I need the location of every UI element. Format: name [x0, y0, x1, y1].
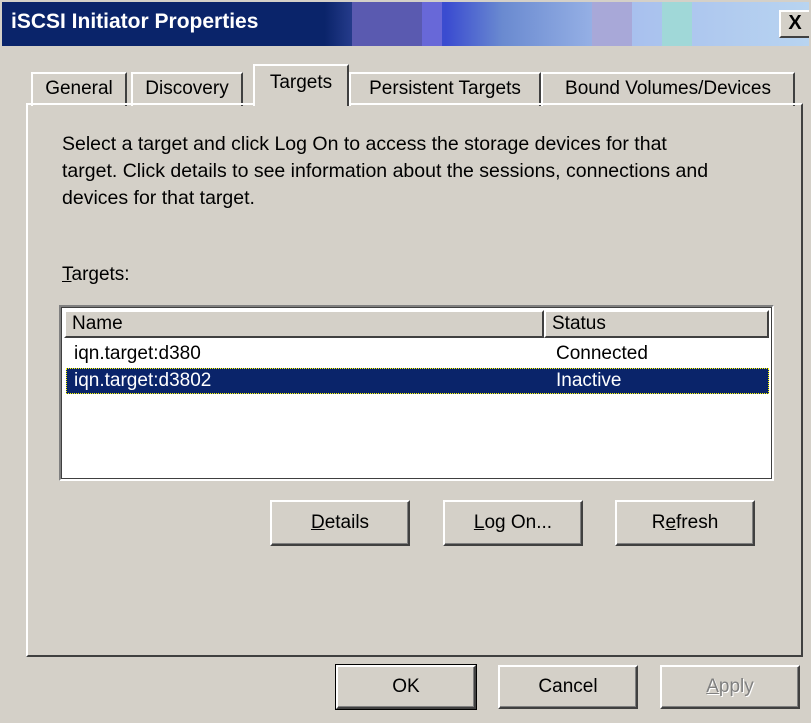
tab-targets-label: Targets: [269, 72, 333, 93]
ok-button[interactable]: OK: [335, 664, 477, 710]
targets-list[interactable]: Name Status iqn.target:d380 Connected iq…: [59, 305, 774, 481]
description-line: target. Click details to see information…: [62, 160, 709, 182]
description-line: Select a target and click Log On to acce…: [62, 133, 667, 155]
tab-targets[interactable]: Targets: [253, 64, 349, 106]
refresh-button[interactable]: Refresh: [615, 500, 755, 546]
tab-discovery[interactable]: Discovery: [131, 72, 243, 106]
apply-button[interactable]: Apply: [660, 665, 800, 709]
tab-bound-volumes[interactable]: Bound Volumes/Devices: [541, 72, 795, 106]
targets-label: Targets:: [62, 264, 130, 285]
target-name: iqn.target:d3802: [74, 370, 212, 391]
target-status: Connected: [556, 343, 648, 364]
tab-bound-volumes-label: Bound Volumes/Devices: [565, 78, 771, 99]
tab-persistent-targets-label: Persistent Targets: [369, 78, 521, 99]
table-row[interactable]: iqn.target:d380 Connected: [66, 341, 769, 367]
cancel-button[interactable]: Cancel: [498, 665, 638, 709]
tab-general[interactable]: General: [31, 72, 127, 106]
list-header: Name Status: [64, 310, 769, 338]
log-on-button[interactable]: Log On...: [443, 500, 583, 546]
dialog-window: iSCSI Initiator Properties X General Dis…: [0, 0, 811, 723]
details-button[interactable]: Details: [270, 500, 410, 546]
window-title: iSCSI Initiator Properties: [11, 10, 259, 33]
title-bar[interactable]: iSCSI Initiator Properties X: [2, 2, 809, 46]
target-name: iqn.target:d380: [74, 343, 201, 364]
tab-discovery-label: Discovery: [145, 78, 229, 99]
column-header-name[interactable]: Name: [64, 310, 544, 338]
tab-general-label: General: [45, 78, 113, 99]
tab-persistent-targets[interactable]: Persistent Targets: [349, 72, 541, 106]
column-header-status[interactable]: Status: [544, 310, 769, 338]
description-line: devices for that target.: [62, 187, 255, 209]
target-status: Inactive: [556, 370, 622, 391]
close-button[interactable]: X: [779, 10, 809, 38]
description-text: Select a target and click Log On to acce…: [62, 131, 782, 212]
close-icon: X: [788, 12, 802, 34]
table-row[interactable]: iqn.target:d3802 Inactive: [66, 368, 769, 394]
